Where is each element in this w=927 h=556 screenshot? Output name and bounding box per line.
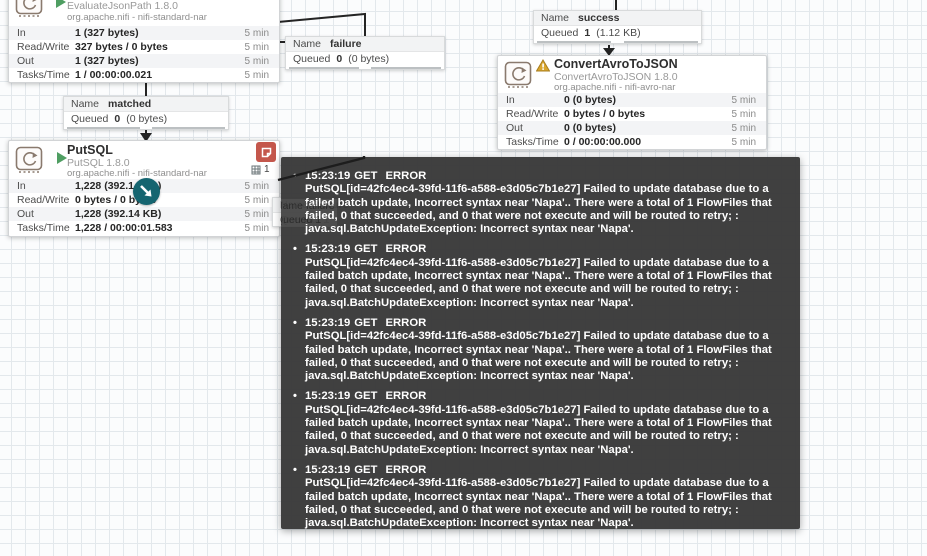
bulletin-entry: 15:23:19GET ERROR PutSQL[id=42fc4ec4-39fd… — [293, 317, 790, 383]
bulletin-level: ERROR — [385, 390, 427, 403]
stat-row-readwrite: Read/Write 327 bytes / 0 bytes 5 min — [17, 41, 269, 53]
connection-label-failure[interactable]: Name failure Queued 0 (0 bytes) — [285, 36, 445, 70]
bulletin-zone: GET — [354, 390, 378, 403]
queued-count: 0 — [114, 112, 121, 125]
bulletin-entry: 15:23:19GET ERROR PutSQL[id=42fc4ec4-39fd… — [293, 464, 790, 530]
bulletin-zone: GET — [354, 243, 378, 256]
connection-name: matched — [108, 98, 152, 110]
stat-row-taskstime: Tasks/Time 0 / 00:00:00.000 5 min — [506, 136, 756, 148]
mouse-cursor-icon — [133, 178, 160, 205]
bulletin-level: ERROR — [385, 316, 427, 329]
stat-row-taskstime: Tasks/Time 1,228 / 00:00:01.583 5 min — [17, 222, 269, 234]
bulletin-indicator[interactable] — [256, 142, 276, 162]
running-status-icon — [56, 0, 66, 8]
connection-line-failure-out[interactable] — [277, 12, 366, 37]
connection-name: failure — [330, 38, 362, 50]
stat-row-taskstime: Tasks/Time 1 / 00:00:00.021 5 min — [17, 69, 269, 81]
bulletin-zone: GET — [354, 316, 378, 329]
stat-row-in: In 1 (327 bytes) 5 min — [9, 26, 279, 40]
queued-count: 1 — [584, 26, 591, 39]
queue-usage-bars — [534, 39, 701, 43]
bulletin-list: 15:23:19GETERROR PutSQL[id=42fc4ec4-39fd… — [293, 170, 790, 530]
bulletin-time: 15:23:19 — [305, 243, 351, 256]
grid-icon — [251, 165, 261, 174]
queued-size: (0 bytes) — [348, 52, 390, 65]
processor-convertavrotojson[interactable]: ConvertAvroToJSON ConvertAvroToJSON 1.8.… — [497, 55, 767, 150]
processor-bundle: org.apache.nifi - nifi-avro-nar — [554, 82, 676, 93]
bulletin-time: 15:23:19 — [305, 463, 351, 476]
queue-usage-bars — [286, 65, 444, 69]
bulletin-zone: GET — [354, 170, 378, 182]
bulletin-level: ERROR — [385, 170, 427, 182]
warning-icon[interactable] — [536, 59, 550, 72]
processor-title: PutSQL — [67, 143, 113, 157]
bulletin-message: PutSQL[id=42fc4ec4-39fd-11f6-a588-e3d05c… — [305, 477, 772, 530]
processor-bundle: org.apache.nifi - nifi-standard-nar — [67, 12, 207, 23]
stat-row-readwrite: Read/Write 0 bytes / 0 bytes 5 min — [506, 108, 756, 120]
nifi-canvas[interactable]: { "processors": [ { "title": "EvaluateJs… — [0, 0, 927, 556]
bulletin-entry: 15:23:19GET ERROR PutSQL[id=42fc4ec4-39fd… — [293, 170, 790, 236]
connection-label-success[interactable]: Name success Queued 1 (1.12 KB) — [533, 10, 702, 44]
connection-label-matched[interactable]: Name matched Queued 0 (0 bytes) — [63, 96, 229, 130]
bulletin-level: ERROR — [385, 463, 427, 476]
stat-row-in: In 0 (0 bytes) 5 min — [498, 93, 766, 107]
queued-count: 0 — [336, 52, 343, 65]
processor-evaluatejsonpath[interactable]: EvaluateJsonPath EvaluateJsonPath 1.8.0 … — [8, 0, 280, 83]
connection-name-label: Name — [293, 38, 322, 50]
bulletin-message: PutSQL[id=42fc4ec4-39fd-11f6-a588-e3d05c… — [305, 330, 772, 383]
bulletin-time: 15:23:19 — [305, 316, 351, 329]
bulletin-message: PutSQL[id=42fc4ec4-39fd-11f6-a588-e3d05c… — [305, 403, 772, 456]
stat-row-out: Out 1 (327 bytes) 5 min — [9, 54, 279, 68]
processor-version: EvaluateJsonPath 1.8.0 — [67, 0, 178, 12]
queued-label: Queued — [71, 112, 109, 125]
queued-size: (1.12 KB) — [596, 26, 641, 39]
processor-icon — [15, 146, 43, 174]
sticky-note-icon — [261, 147, 271, 157]
ghost-connection-label: Name failure Queued 1 — [281, 199, 337, 227]
connection-name: success — [578, 12, 620, 24]
active-thread-count: 1 — [251, 164, 270, 175]
queue-usage-bars — [64, 125, 228, 129]
running-status-icon — [57, 152, 67, 164]
bulletin-message: PutSQL[id=42fc4ec4-39fd-11f6-a588-e3d05c… — [305, 183, 772, 236]
stat-row-out: Out 0 (0 bytes) 5 min — [498, 121, 766, 135]
queued-label: Queued — [293, 52, 331, 65]
connection-name-label: Name — [541, 12, 570, 24]
processor-title: ConvertAvroToJSON — [554, 57, 678, 71]
processor-stats: In 0 (0 bytes) 5 min Read/Write 0 bytes … — [498, 93, 766, 149]
queued-size: (0 bytes) — [126, 112, 168, 125]
stat-row-out: Out 1,228 (392.14 KB) 5 min — [9, 207, 279, 221]
bulletin-level: ERROR — [385, 243, 427, 256]
bulletin-zone: GET — [354, 463, 378, 476]
bulletin-entry: 15:23:19GET ERROR PutSQL[id=42fc4ec4-39fd… — [293, 243, 790, 309]
bulletin-error-panel: 15:23:19GETERROR PutSQL[id=42fc4ec4-39fd… — [281, 157, 800, 529]
bulletin-entry: 15:23:19GET ERROR PutSQL[id=42fc4ec4-39fd… — [293, 390, 790, 456]
processor-stats: In 1 (327 bytes) 5 min Read/Write 327 by… — [9, 26, 279, 82]
processor-icon — [504, 61, 532, 89]
bulletin-time: 15:23:19 — [305, 390, 351, 403]
bulletin-message: PutSQL[id=42fc4ec4-39fd-11f6-a588-e3d05c… — [305, 256, 772, 309]
bulletin-time: 15:23:19 — [305, 170, 351, 182]
queued-label: Queued — [541, 26, 579, 39]
connection-name-label: Name — [71, 98, 100, 110]
processor-icon — [15, 0, 43, 18]
